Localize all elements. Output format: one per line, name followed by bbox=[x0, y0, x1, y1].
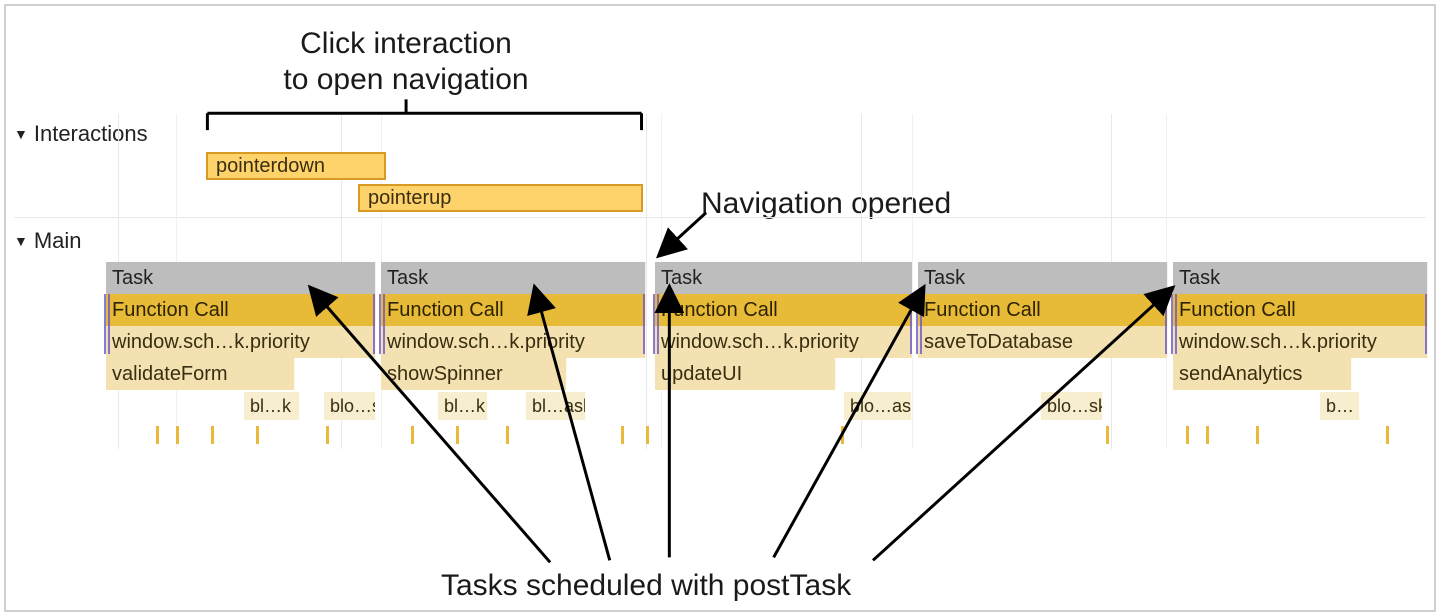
chunk-block[interactable]: bl…ask bbox=[526, 392, 586, 420]
annotation-click-interaction: Click interaction to open navigation bbox=[206, 26, 606, 98]
performance-profile-diagram: Click interaction to open navigation Nav… bbox=[4, 4, 1436, 612]
annotation-tasks-posttask: Tasks scheduled with postTask bbox=[441, 568, 851, 604]
chunk-block[interactable]: bl…k bbox=[244, 392, 300, 420]
function-call-block[interactable]: Function Call bbox=[918, 294, 1168, 326]
function-call-block[interactable]: Function Call bbox=[1173, 294, 1428, 326]
function-call-block[interactable]: Function Call bbox=[655, 294, 913, 326]
call-block[interactable]: validateForm bbox=[106, 358, 295, 390]
annotation-line: Click interaction bbox=[300, 27, 512, 60]
call-block[interactable]: sendAnalytics bbox=[1173, 358, 1352, 390]
chunk-block[interactable]: blo…sk bbox=[1041, 392, 1103, 420]
interaction-pointerup[interactable]: pointerup bbox=[358, 184, 643, 212]
task-block[interactable]: Task bbox=[381, 262, 646, 294]
call-block[interactable]: updateUI bbox=[655, 358, 836, 390]
scheduler-block[interactable]: window.sch…k.priority bbox=[1173, 326, 1428, 358]
chunk-block[interactable]: blo…ask bbox=[844, 392, 912, 420]
task-block[interactable]: Task bbox=[918, 262, 1168, 294]
task-block[interactable]: Task bbox=[655, 262, 913, 294]
scheduler-block[interactable]: window.sch…k.priority bbox=[381, 326, 646, 358]
function-call-block[interactable]: Function Call bbox=[381, 294, 646, 326]
interaction-pointerdown[interactable]: pointerdown bbox=[206, 152, 386, 180]
chunk-block[interactable]: blo…sk bbox=[324, 392, 376, 420]
function-call-block[interactable]: Function Call bbox=[106, 294, 376, 326]
task-block[interactable]: Task bbox=[1173, 262, 1428, 294]
task-block[interactable]: Task bbox=[106, 262, 376, 294]
scheduler-block[interactable]: window.sch…k.priority bbox=[106, 326, 376, 358]
scheduler-block[interactable]: window.sch…k.priority bbox=[655, 326, 913, 358]
call-block[interactable]: showSpinner bbox=[381, 358, 567, 390]
chunk-block[interactable]: bl…k bbox=[438, 392, 488, 420]
annotation-line: to open navigation bbox=[283, 63, 528, 96]
scheduler-block[interactable]: saveToDatabase bbox=[918, 326, 1168, 358]
chunk-block[interactable]: b… bbox=[1320, 392, 1360, 420]
